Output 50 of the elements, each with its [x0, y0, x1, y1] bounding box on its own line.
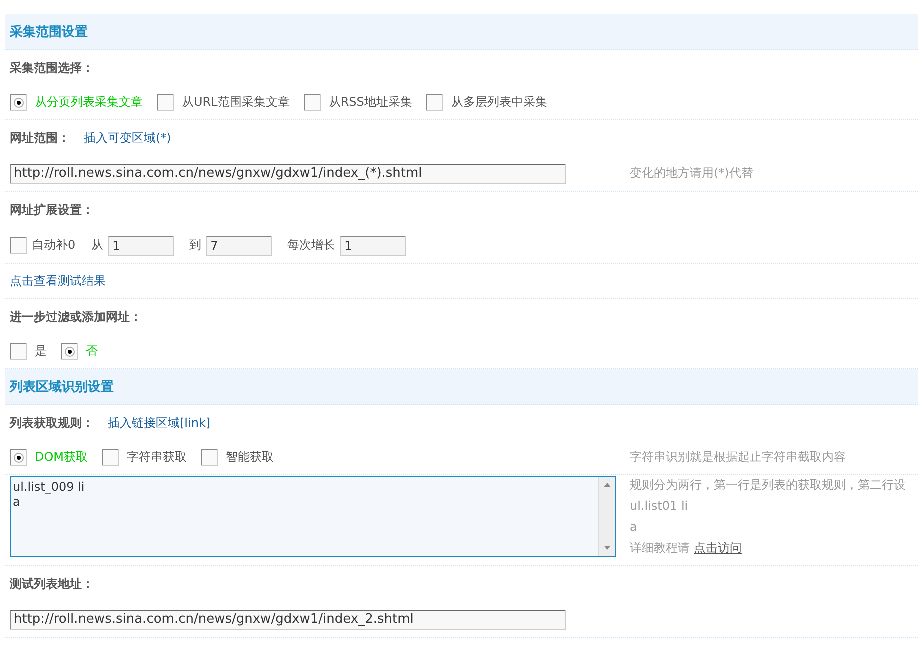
field-label: 采集范围选择： [10, 60, 94, 76]
radio-button[interactable] [10, 343, 27, 360]
url-input[interactable]: http://roll.news.sina.com.cn/news/gnxw/gdxw1/index_2.shtml [10, 610, 566, 630]
option-label: DOM获取 [35, 449, 88, 466]
visit-link[interactable]: 点击访问 [694, 538, 742, 559]
option-label: 从分页列表采集文章 [35, 94, 143, 111]
field-label: 网址扩展设置： [10, 202, 94, 218]
field-label: 每次增长 [288, 237, 336, 254]
note-text: a [630, 519, 638, 536]
radio-button[interactable] [157, 94, 174, 111]
number-input[interactable]: 1 [340, 236, 406, 256]
checkbox-label: 自动补0 [32, 237, 76, 254]
radio-button[interactable] [426, 94, 444, 111]
rule-textarea[interactable]: ul.list_009 li a [10, 476, 616, 557]
option-label: 是 [35, 343, 47, 360]
url-input[interactable]: http://roll.news.sina.com.cn/news/gnxw/gdxw1/index_(*).shtml [10, 164, 566, 184]
field-label: 测试列表地址： [10, 576, 94, 592]
radio-button[interactable] [10, 449, 27, 466]
radio-button[interactable] [61, 343, 78, 360]
insert-link[interactable]: 插入链接区域[link] [108, 414, 211, 432]
option-label: 字符串获取 [127, 449, 188, 466]
note-text: 规则分为两行，第一行是列表的获取规则，第二行设 [630, 477, 907, 494]
checkbox[interactable] [10, 237, 27, 254]
hint-text: 变化的地方请用(*)代替 [630, 165, 754, 182]
option-label: 从RSS地址采集 [328, 94, 412, 111]
field-label: 到 [190, 237, 202, 254]
section-title: 列表区域识别设置 [10, 378, 114, 396]
note-text: ul.list01 li [630, 498, 690, 515]
section-title: 采集范围设置 [10, 24, 88, 40]
insert-link[interactable]: 插入可变区域(*) [84, 130, 172, 146]
radio-button[interactable] [304, 94, 321, 111]
scroll-up-icon[interactable] [604, 483, 610, 487]
scrollbar[interactable] [598, 477, 615, 556]
field-label: 列表获取规则： [10, 414, 94, 432]
field-label: 从 [92, 237, 104, 254]
option-label: 否 [86, 343, 98, 360]
scroll-down-icon[interactable] [604, 546, 610, 550]
hint-text: 字符串识别就是根据起止字符串截取内容 [630, 449, 846, 466]
radio-button[interactable] [201, 449, 218, 466]
radio-button[interactable] [102, 449, 120, 466]
test-result-link[interactable]: 点击查看测试结果 [10, 272, 106, 290]
field-label: 网址范围： [10, 130, 70, 146]
note-text: 详细教程请 [630, 540, 690, 557]
number-input[interactable]: 1 [108, 236, 174, 256]
field-label: 进一步过滤或添加网址： [10, 308, 142, 326]
option-label: 从多层列表中采集 [451, 94, 548, 111]
option-label: 从URL范围采集文章 [182, 94, 290, 111]
radio-button[interactable] [10, 94, 27, 111]
number-input[interactable]: 7 [206, 236, 272, 256]
option-label: 智能获取 [226, 449, 274, 466]
